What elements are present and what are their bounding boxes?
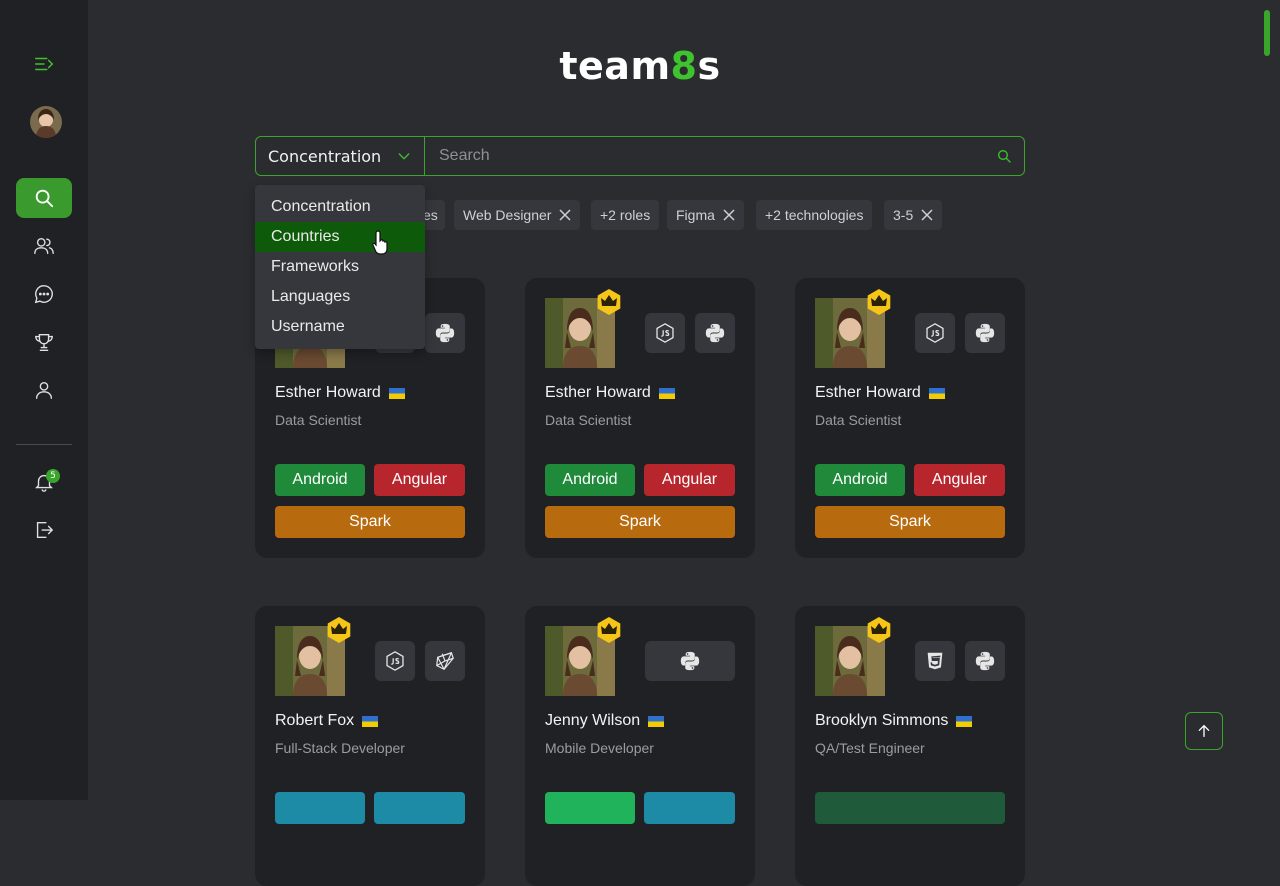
search-input[interactable] [437,146,996,166]
tag-android: Android [545,464,635,496]
chat-icon [34,285,53,304]
tag-angular: Angular [914,464,1005,496]
hand-cursor-icon [372,230,388,255]
profile-role: QA/Test Engineer [815,740,925,756]
dropdown-option-countries[interactable]: Countries [255,222,425,252]
crown-badge-icon [325,616,353,644]
filter-chip[interactable]: +2 technologies [756,200,873,230]
logout-button[interactable] [16,510,72,550]
tag [374,792,465,824]
trophy-nav-button[interactable] [16,322,72,362]
profile-role: Full-Stack Developer [275,740,405,756]
nodejs-icon [645,313,685,353]
profile-card[interactable]: Jenny Wilson Mobile Developer [525,606,755,886]
scroll-to-top-button[interactable] [1185,712,1223,750]
chevron-down-icon [398,153,410,160]
tag-spark: Spark [275,506,465,538]
profile-card[interactable]: Esther Howard Data Scientist Android Angula… [525,278,755,558]
ukraine-flag-icon [658,387,675,399]
filter-chip: Web Designer [454,200,581,230]
python-icon [645,641,735,681]
html5-icon [915,641,955,681]
filter-chip[interactable]: +2 roles [591,200,660,230]
dropdown-option-concentration[interactable]: Concentration [255,192,425,222]
ruby-icon [425,641,465,681]
ukraine-flag-icon [648,715,665,727]
trophy-icon [35,333,53,351]
profile-role: Data Scientist [815,412,902,428]
crown-badge-icon [595,616,623,644]
dropdown-option-frameworks[interactable]: Frameworks [255,252,425,282]
dropdown-option-username[interactable]: Username [255,312,425,342]
filter-chip: Figma [667,200,744,230]
tag [815,792,1005,824]
tag [644,792,735,824]
crown-badge-icon [865,616,893,644]
crown-badge-icon [865,288,893,316]
ukraine-flag-icon [928,387,945,399]
notification-badge: 5 [46,469,60,483]
crown-badge-icon [595,288,623,316]
users-nav-button[interactable] [16,226,72,266]
search-icon[interactable] [996,148,1012,164]
profile-role: Data Scientist [275,412,362,428]
filter-select[interactable]: Concentration [256,137,425,175]
profile-name[interactable]: Esther Howard [815,384,945,402]
nodejs-icon [915,313,955,353]
search-nav-button[interactable] [16,178,72,218]
python-icon [695,313,735,353]
tag-angular: Angular [374,464,465,496]
ukraine-flag-icon [956,715,973,727]
sidebar: 5 [0,0,88,800]
tag [275,792,365,824]
tag-spark: Spark [815,506,1005,538]
close-icon[interactable] [559,209,571,221]
notifications-button[interactable] [16,462,72,502]
tag-angular: Angular [644,464,735,496]
ukraine-flag-icon [362,715,379,727]
profile-icon [35,381,53,399]
filter-chip: 3-5 [884,200,943,230]
tag-android: Android [815,464,905,496]
profile-name[interactable]: Brooklyn Simmons [815,712,973,730]
profile-card[interactable]: Esther Howard Data Scientist Android Angula… [795,278,1025,558]
profile-card[interactable]: Brooklyn Simmons QA/Test Engineer [795,606,1025,886]
profile-name[interactable]: Jenny Wilson [545,712,665,730]
close-icon[interactable] [921,209,933,221]
sidebar-divider [16,444,72,445]
profile-nav-button[interactable] [16,370,72,410]
chat-nav-button[interactable] [16,274,72,314]
profile-role: Data Scientist [545,412,632,428]
search-icon [35,189,54,208]
app-logo: team8s [559,44,721,88]
filter-dropdown: Concentration Countries Frameworks Langu… [255,185,425,349]
ukraine-flag-icon [388,387,405,399]
scrollbar-thumb[interactable] [1264,10,1270,56]
close-icon[interactable] [723,209,735,221]
profile-name[interactable]: Esther Howard [545,384,675,402]
profile-name[interactable]: Esther Howard [275,384,405,402]
avatar[interactable] [30,106,62,138]
profile-name[interactable]: Robert Fox [275,712,379,730]
tag-android: Android [275,464,365,496]
python-icon [425,313,465,353]
tag-spark: Spark [545,506,735,538]
profile-role: Mobile Developer [545,740,654,756]
python-icon [965,641,1005,681]
profile-card[interactable]: Robert Fox Full-Stack Developer [255,606,485,886]
users-icon [34,237,54,255]
dropdown-option-languages[interactable]: Languages [255,282,425,312]
filter-select-label: Concentration [268,146,382,166]
python-icon [965,313,1005,353]
logout-icon [36,521,54,539]
search-bar: Concentration [255,136,1025,176]
arrow-up-icon [1198,724,1210,737]
tag [545,792,635,824]
nodejs-icon [375,641,415,681]
